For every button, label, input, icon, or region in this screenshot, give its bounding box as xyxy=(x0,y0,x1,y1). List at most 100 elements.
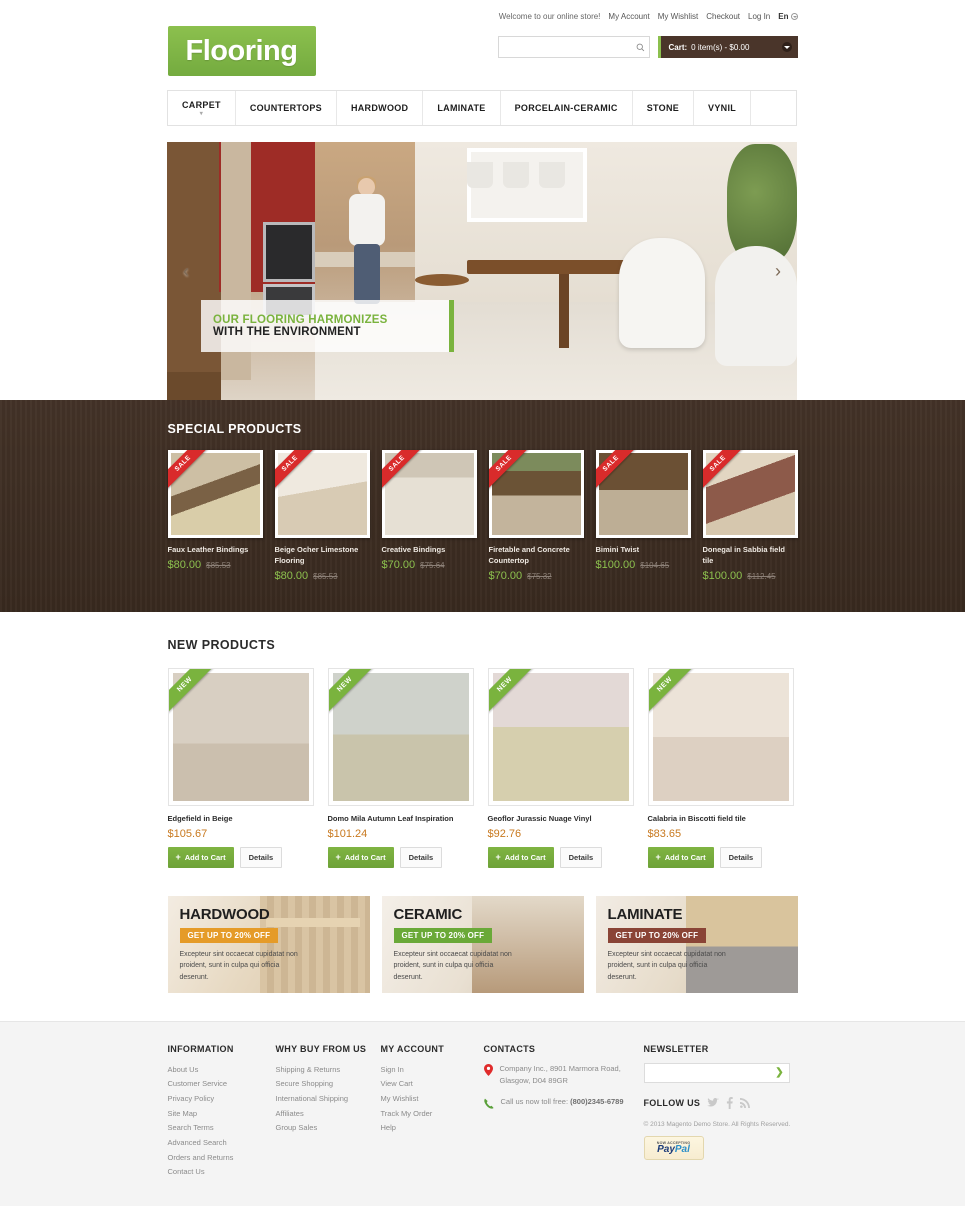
follow-us-block: FOLLOW US xyxy=(644,1096,794,1109)
footer-link-affiliates[interactable]: Affiliates xyxy=(276,1107,381,1122)
footer-link-site-map[interactable]: Site Map xyxy=(168,1107,276,1122)
special-product-card[interactable]: SALE Faux Leather Bindings $80.00 $85.53 xyxy=(167,450,263,582)
product-price: $100.00 xyxy=(702,569,743,582)
paypal-badge[interactable]: NOW ACCEPTING PayPal xyxy=(643,1135,704,1160)
product-thumbnail[interactable]: SALE xyxy=(274,450,370,538)
details-button[interactable]: Details xyxy=(399,846,443,868)
special-product-card[interactable]: SALE Beige Ocher Limestone Flooring $80.… xyxy=(274,450,370,582)
top-link-checkout[interactable]: Checkout xyxy=(706,12,740,21)
product-thumbnail[interactable]: SALE xyxy=(702,450,798,538)
language-switcher[interactable]: En xyxy=(778,12,798,21)
footer-link-privacy-policy[interactable]: Privacy Policy xyxy=(168,1092,276,1107)
product-name[interactable]: Faux Leather Bindings xyxy=(168,545,263,556)
newsletter-form[interactable]: ❯ xyxy=(643,1062,790,1083)
footer-link-list: Shipping & Returns Secure Shopping Inter… xyxy=(276,1063,381,1136)
product-name[interactable]: Domo Mila Autumn Leaf Inspiration xyxy=(328,814,474,823)
hero-image xyxy=(167,142,797,400)
footer-link-contact-us[interactable]: Contact Us xyxy=(168,1165,276,1180)
footer-link-secure-shopping[interactable]: Secure Shopping xyxy=(276,1077,381,1092)
twitter-icon[interactable] xyxy=(707,1097,720,1108)
footer-link-about-us[interactable]: About Us xyxy=(168,1063,276,1078)
footer-heading: MY ACCOUNT xyxy=(380,1043,444,1054)
newsletter-submit-button[interactable]: ❯ xyxy=(771,1067,789,1078)
newsletter-email-input[interactable] xyxy=(644,1063,771,1082)
product-thumbnail[interactable]: NEW xyxy=(327,667,474,806)
product-thumbnail[interactable]: NEW xyxy=(167,667,314,806)
new-product-card[interactable]: NEW Calabria in Biscotti field tile $83.… xyxy=(647,667,794,868)
product-thumbnail[interactable]: NEW xyxy=(647,667,794,806)
special-product-card[interactable]: SALE Bimini Twist $100.00 $104.65 xyxy=(595,450,691,582)
product-thumbnail[interactable]: NEW xyxy=(487,667,634,806)
special-product-card[interactable]: SALE Donegal in Sabbia field tile $100.0… xyxy=(702,450,798,582)
product-name[interactable]: Bimini Twist xyxy=(596,545,691,556)
footer-link-help[interactable]: Help xyxy=(381,1121,484,1136)
footer-link-view-cart[interactable]: View Cart xyxy=(381,1077,484,1092)
footer-link-track-my-order[interactable]: Track My Order xyxy=(381,1107,484,1122)
cart-widget[interactable]: Cart: 0 item(s) - $0.00 xyxy=(657,36,798,58)
product-name[interactable]: Creative Bindings xyxy=(382,545,477,556)
footer-link-search-terms[interactable]: Search Terms xyxy=(168,1121,276,1136)
promo-banner-hardwood[interactable]: HARDWOOD GET UP TO 20% OFF Excepteur sin… xyxy=(167,895,370,993)
nav-item-porcelain-ceramic[interactable]: PORCELAIN-CERAMIC xyxy=(501,91,633,125)
product-old-price: $104.65 xyxy=(640,560,670,570)
product-name[interactable]: Edgefield in Beige xyxy=(168,814,314,823)
product-name[interactable]: Geoflor Jurassic Nuage Vinyl xyxy=(488,814,634,823)
nav-item-carpet[interactable]: CARPET ▾ xyxy=(168,91,236,125)
new-product-card[interactable]: NEW Edgefield in Beige $105.67 + Add to … xyxy=(167,667,314,868)
product-name[interactable]: Firetable and Concrete Countertop xyxy=(489,545,584,567)
search-input[interactable] xyxy=(498,37,633,57)
product-thumbnail[interactable]: SALE xyxy=(381,450,477,538)
nav-item-vynil[interactable]: VYNIL xyxy=(694,91,752,125)
top-link-my-wishlist[interactable]: My Wishlist xyxy=(658,12,698,21)
add-to-cart-button[interactable]: + Add to Cart xyxy=(487,846,554,868)
add-to-cart-button[interactable]: + Add to Cart xyxy=(327,846,394,868)
product-name[interactable]: Calabria in Biscotti field tile xyxy=(648,814,794,823)
footer-link-orders-and-returns[interactable]: Orders and Returns xyxy=(168,1151,276,1166)
add-to-cart-button[interactable]: + Add to Cart xyxy=(167,846,234,868)
hero-prev-arrow[interactable]: ‹ xyxy=(175,260,197,282)
nav-item-laminate[interactable]: LAMINATE xyxy=(423,91,501,125)
phone-number[interactable]: (800)2345-6789 xyxy=(570,1097,623,1106)
plus-icon: + xyxy=(655,851,661,862)
product-old-price: $85.53 xyxy=(206,560,231,570)
details-button[interactable]: Details xyxy=(559,846,603,868)
footer-link-shipping-returns[interactable]: Shipping & Returns xyxy=(276,1063,381,1078)
details-button[interactable]: Details xyxy=(239,846,283,868)
footer-link-advanced-search[interactable]: Advanced Search xyxy=(168,1136,276,1151)
cart-toggle-icon[interactable] xyxy=(781,42,792,52)
rss-icon[interactable] xyxy=(740,1097,751,1108)
details-button[interactable]: Details xyxy=(719,846,763,868)
hero-next-arrow[interactable]: › xyxy=(767,260,789,282)
top-link-my-account[interactable]: My Account xyxy=(608,12,649,21)
facebook-icon[interactable] xyxy=(726,1096,733,1109)
footer-link-sign-in[interactable]: Sign In xyxy=(381,1063,484,1078)
add-to-cart-label: Add to Cart xyxy=(664,852,706,862)
promo-banner-laminate[interactable]: LAMINATE GET UP TO 20% OFF Excepteur sin… xyxy=(595,895,798,993)
add-to-cart-button[interactable]: + Add to Cart xyxy=(647,846,714,868)
promo-banner-ceramic[interactable]: CERAMIC GET UP TO 20% OFF Excepteur sint… xyxy=(381,895,584,993)
product-old-price: $75.32 xyxy=(527,571,552,581)
footer-link-international-shipping[interactable]: International Shipping xyxy=(276,1092,381,1107)
product-thumbnail[interactable]: SALE xyxy=(167,450,263,538)
nav-item-stone[interactable]: STONE xyxy=(633,91,695,125)
hero-slider[interactable]: ‹ › OUR FLOORING HARMONIZES WITH THE ENV… xyxy=(167,142,797,400)
main-navigation: CARPET ▾ COUNTERTOPS HARDWOOD LAMINATE P… xyxy=(167,90,797,126)
nav-item-countertops[interactable]: COUNTERTOPS xyxy=(236,91,337,125)
search-icon[interactable] xyxy=(633,43,649,52)
footer-link-my-wishlist[interactable]: My Wishlist xyxy=(381,1092,484,1107)
nav-item-hardwood[interactable]: HARDWOOD xyxy=(337,91,424,125)
top-link-log-in[interactable]: Log In xyxy=(748,12,770,21)
new-product-card[interactable]: NEW Domo Mila Autumn Leaf Inspiration $1… xyxy=(327,667,474,868)
site-logo[interactable]: Flooring xyxy=(167,26,316,76)
product-thumbnail[interactable]: SALE xyxy=(488,450,584,538)
footer-link-customer-service[interactable]: Customer Service xyxy=(168,1077,276,1092)
footer-link-group-sales[interactable]: Group Sales xyxy=(276,1121,381,1136)
special-product-card[interactable]: SALE Creative Bindings $70.00 $75.64 xyxy=(381,450,477,582)
search-bar[interactable] xyxy=(497,36,650,58)
footer-column-why-buy-from-us: WHY BUY FROM US Shipping & Returns Secur… xyxy=(276,1044,381,1180)
special-product-card[interactable]: SALE Firetable and Concrete Countertop $… xyxy=(488,450,584,582)
new-product-card[interactable]: NEW Geoflor Jurassic Nuage Vinyl $92.76 … xyxy=(487,667,634,868)
product-name[interactable]: Donegal in Sabbia field tile xyxy=(703,545,798,567)
product-name[interactable]: Beige Ocher Limestone Flooring xyxy=(275,545,370,567)
product-thumbnail[interactable]: SALE xyxy=(595,450,691,538)
